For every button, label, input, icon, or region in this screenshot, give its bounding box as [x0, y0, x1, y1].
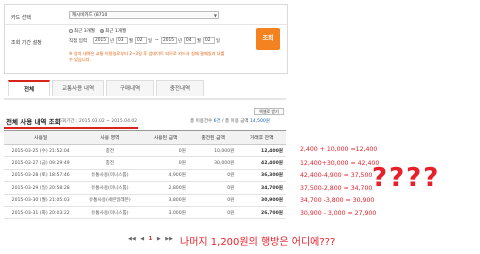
first-page-icon[interactable]: ◀◀	[128, 236, 136, 242]
unit-year: 년	[110, 39, 114, 44]
table-row: 2015-03-30 (월) 21:05:03 유통사용(세븐일레븐) 3,80…	[4, 194, 286, 207]
start-month-select[interactable]: 03	[116, 37, 128, 44]
bottom-question: 나머지 1,200원의 행방은 어디에???	[180, 237, 336, 248]
divider	[5, 24, 287, 25]
transaction-table: 사용일 사용 영역 사용된 금액 충전된 금액 거래후 잔액 2015-03-2…	[4, 130, 286, 220]
cell-date: 2015-03-27 (금) 09:29:49	[4, 156, 78, 170]
summary-count: 6건	[213, 119, 221, 124]
start-year-field[interactable]: 2015	[93, 37, 109, 44]
chevron-down-icon: ▼	[213, 13, 217, 18]
cell-area: 충전	[77, 144, 143, 158]
calc-line-2: 12,400+30,000 = 42,400	[300, 160, 380, 167]
start-day-select[interactable]: 02	[135, 37, 147, 44]
cell-charged: 10,000원	[188, 144, 238, 158]
cell-charged: 30,000원	[188, 156, 238, 170]
col-date: 사용일	[4, 130, 78, 145]
cell-used: 3,800원	[142, 194, 189, 207]
cell-charged: 0원	[188, 206, 238, 220]
question-marks: ????	[372, 163, 441, 193]
cell-used: 2,800원	[142, 181, 189, 195]
table-header-row: 사용일 사용 영역 사용된 금액 충전된 금액 거래후 잔액	[4, 130, 286, 145]
direct-input-label: 직접 입력	[69, 39, 87, 44]
cell-date: 2015-03-29 (일) 20:58:28	[4, 181, 78, 195]
end-year-field[interactable]: 2015	[161, 37, 177, 44]
radio-recent-3m-label: 최근 3개월	[74, 29, 95, 34]
tab-bar: 전체 교통사용 내역 구매내역 충전내역	[4, 80, 286, 100]
table-row: 2015-03-31 (화) 20:03:22 유통사용(미니스톱) 3,000…	[4, 206, 286, 220]
calc-line-5: 34,700 -3,800 = 30,900	[300, 197, 375, 204]
update-notice: ※ 승차 내역은 교통 이용일로부터 2~3일 후 업데이트 되므로 카드사 실…	[69, 51, 225, 62]
cell-balance: 36,300원	[237, 169, 286, 183]
cell-date: 2015-03-30 (월) 21:05:03	[4, 194, 78, 207]
cell-date: 2015-03-31 (화) 20:03:22	[4, 206, 78, 220]
cell-balance: 26,700원	[237, 206, 286, 220]
cell-charged: 0원	[188, 181, 238, 195]
period-radios: 최근 3개월 최근 1개월	[69, 28, 126, 34]
filter-panel: 카드 선택 캐시비카드 (8710 ▼ 조회 기간 설정 최근 3개월 최근 1…	[4, 4, 288, 74]
radio-recent-1m[interactable]	[100, 28, 105, 33]
col-used: 사용된 금액	[142, 130, 189, 145]
cell-area: 충전	[77, 156, 143, 170]
excel-download-button[interactable]: 엑셀로 받기	[254, 108, 284, 115]
col-balance: 거래후 잔액	[237, 130, 286, 145]
cell-area: 유통사용(미니스톱)	[77, 181, 143, 195]
card-select[interactable]: 캐시비카드 (8710 ▼	[69, 11, 219, 19]
cell-used: 3,000원	[142, 206, 189, 220]
unit-month: 월	[129, 39, 133, 44]
cell-area: 유통사용(세븐일레븐)	[77, 194, 143, 207]
table-row: 2015-03-27 (금) 09:29:49 충전 0원 30,000원 42…	[4, 156, 286, 170]
table-row: 2015-03-28 (토) 18:57:46 유통사용(미니스톱) 4,900…	[4, 169, 286, 183]
tab-purchase[interactable]: 구매내역	[106, 80, 154, 96]
cell-balance: 34,700원	[237, 181, 286, 195]
cell-date: 2015-03-25 (수) 21:52:04	[4, 144, 78, 158]
cell-charged: 0원	[188, 169, 238, 183]
table-row: 2015-03-29 (일) 20:58:28 유통사용(미니스톱) 2,800…	[4, 181, 286, 195]
search-button[interactable]: 조회	[256, 28, 280, 50]
section-title: 전체 사용 내역 조회	[6, 118, 61, 126]
radio-recent-1m-label: 최근 1개월	[105, 29, 127, 34]
tab-transport[interactable]: 교통사용 내역	[52, 80, 104, 96]
prev-page-icon[interactable]: ◀	[140, 236, 144, 242]
section-underline	[4, 127, 138, 129]
last-page-icon[interactable]: ▶▶	[165, 236, 173, 242]
col-area: 사용 영역	[77, 130, 143, 145]
summary-mid: / 총 이용 금액	[222, 119, 249, 124]
cell-date: 2015-03-28 (토) 18:57:46	[4, 169, 78, 183]
range-separator: ~	[155, 38, 159, 43]
end-day-select[interactable]: 02	[203, 37, 215, 44]
page-number[interactable]: 1	[149, 236, 152, 242]
card-select-value: 캐시비카드 (8710	[72, 13, 108, 18]
calc-line-1: 2,400 + 10,000 =12,400	[300, 146, 378, 153]
radio-recent-3m[interactable]	[69, 28, 73, 33]
cell-used: 4,900원	[142, 169, 189, 183]
calc-line-6: 30,900 - 3,000 = 27,900	[300, 210, 377, 217]
card-select-label: 카드 선택	[11, 15, 31, 21]
table-row: 2015-03-25 (수) 21:52:04 충전 0원 10,000원 12…	[4, 144, 286, 158]
summary-amount: 14,500원	[249, 119, 270, 124]
unit-year: 년	[178, 39, 182, 44]
calc-line-3: 42,400-4,900 = 37,500	[300, 172, 373, 179]
period-label: 조회 기간 설정	[11, 40, 42, 46]
cell-balance: 42,400원	[237, 156, 286, 170]
cell-used: 0원	[142, 144, 189, 158]
cell-balance: 12,400원	[237, 144, 286, 158]
next-page-icon[interactable]: ▶	[157, 236, 161, 242]
pagination: ◀◀ ◀ 1 ▶ ▶▶	[128, 236, 176, 242]
cell-used: 0원	[142, 156, 189, 170]
unit-day: 일	[148, 39, 152, 44]
summary-prefix: 총 이용건수	[190, 119, 213, 124]
unit-day: 일	[216, 39, 220, 44]
usage-summary: 총 이용건수 6건 / 총 이용 금액 14,500원	[190, 118, 270, 124]
col-charged: 충전된 금액	[188, 130, 238, 145]
tab-all[interactable]: 전체	[8, 80, 50, 96]
period-subtitle: 조회기간 : 2015.03.02 ~ 2015.04.02	[58, 119, 138, 124]
tab-charge[interactable]: 충전내역	[156, 80, 204, 96]
cell-area: 유통사용(미니스톱)	[77, 169, 143, 183]
calc-line-4: 37,500-2,800 = 34,700	[300, 185, 373, 192]
unit-month: 월	[197, 39, 201, 44]
cell-charged: 0원	[188, 194, 238, 207]
cell-balance: 30,900원	[237, 194, 286, 207]
cell-area: 유통사용(미니스톱)	[77, 206, 143, 220]
end-month-select[interactable]: 04	[184, 37, 196, 44]
